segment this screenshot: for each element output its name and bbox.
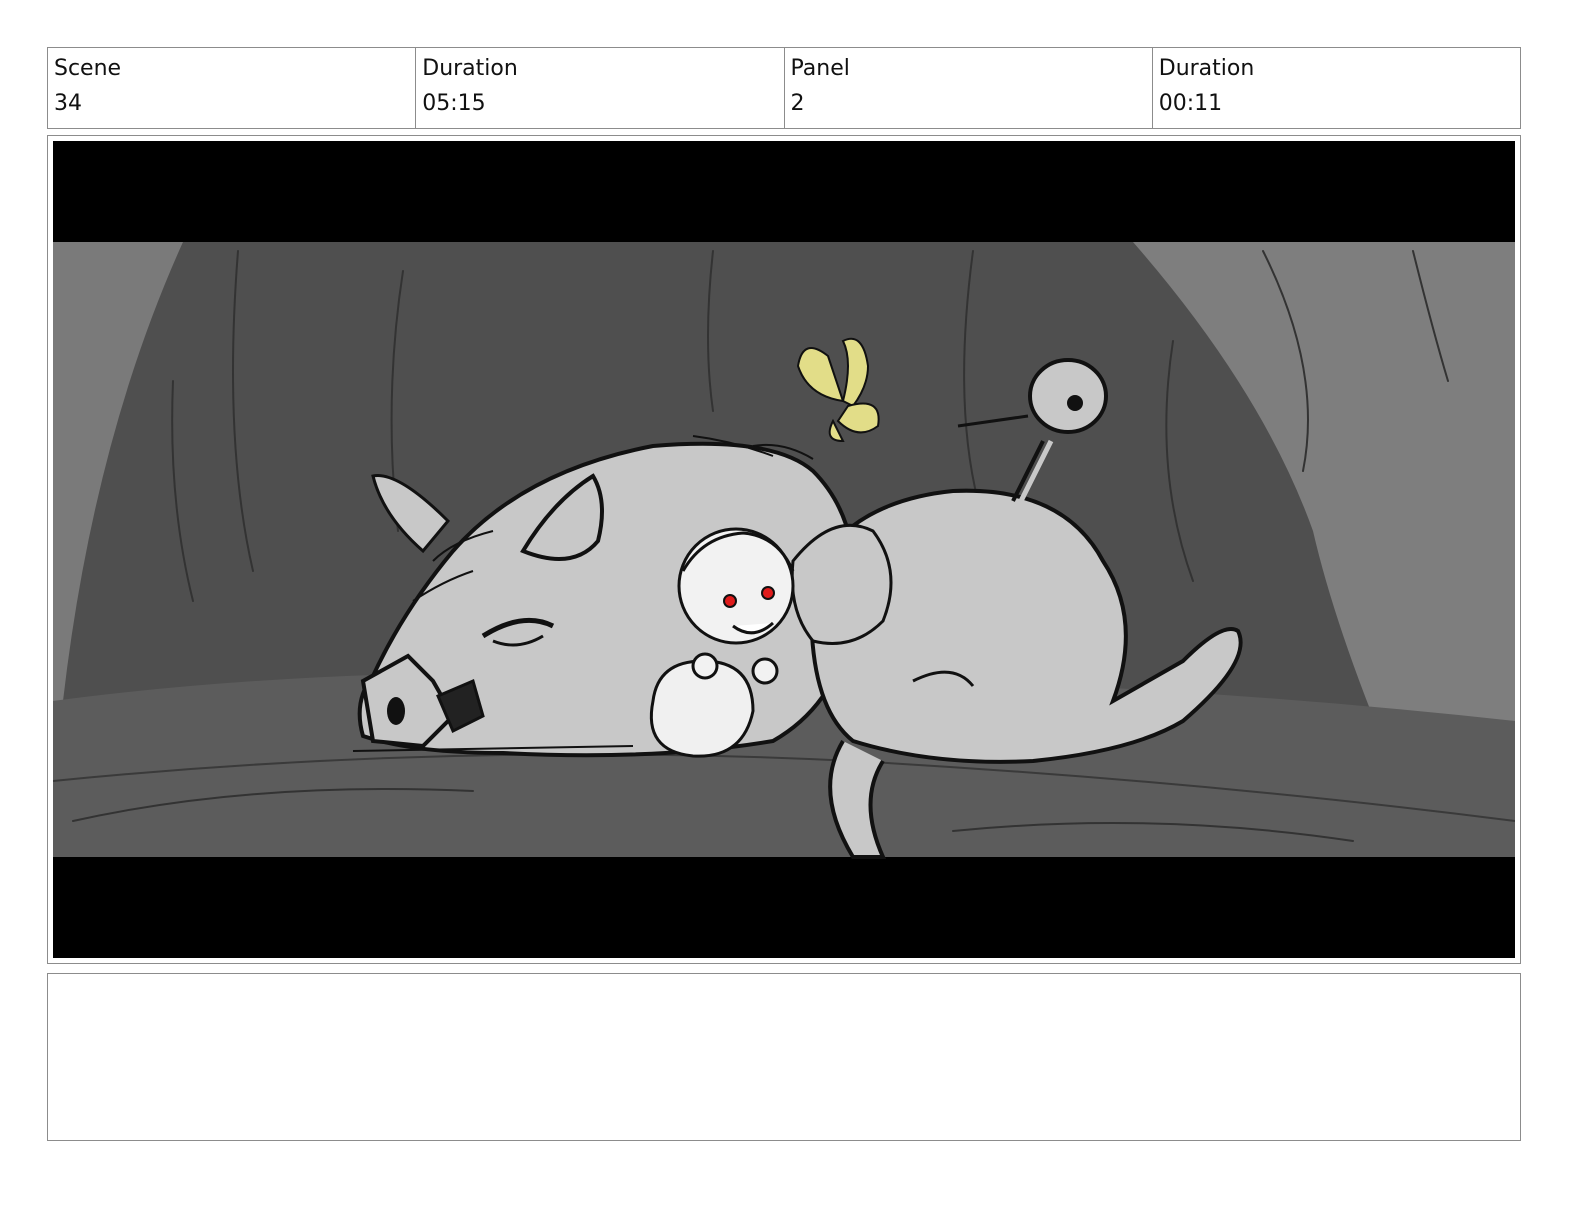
letterbox-bottom <box>53 857 1515 958</box>
scene-cell: Scene 34 <box>48 48 417 128</box>
panel-notes-box[interactable] <box>47 973 1521 1141</box>
panel-label: Panel <box>790 56 850 81</box>
panel-duration-value: 00:11 <box>1158 91 1223 116</box>
storyboard-sketch <box>53 141 1515 958</box>
panel-info-header: Scene 34 Duration 05:15 Panel 2 Duration… <box>47 47 1521 129</box>
letterbox-top <box>53 141 1515 242</box>
panel-value: 2 <box>790 91 805 116</box>
panel-duration-cell: Duration 00:11 <box>1153 48 1520 128</box>
scene-duration-label: Duration <box>422 56 518 81</box>
scene-duration-cell: Duration 05:15 <box>416 48 785 128</box>
panel-duration-label: Duration <box>1158 56 1255 81</box>
scene-value: 34 <box>54 91 82 116</box>
storyboard-frame <box>47 135 1521 964</box>
scene-duration-value: 05:15 <box>422 91 486 116</box>
scene-label: Scene <box>54 56 122 81</box>
panel-cell: Panel 2 <box>785 48 1153 128</box>
